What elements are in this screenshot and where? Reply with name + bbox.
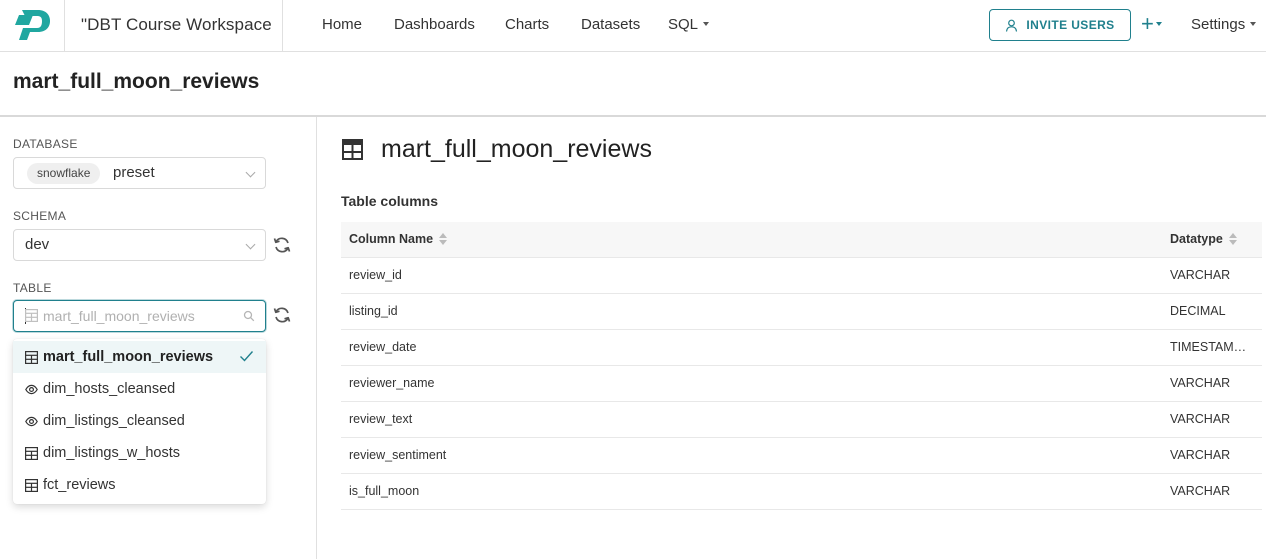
search-icon <box>243 310 255 322</box>
columns-table: Column Name Datatype review_id VARCHAR l… <box>341 222 1262 510</box>
preset-logo-icon <box>15 10 50 40</box>
chevron-down-icon <box>245 239 256 250</box>
logo[interactable] <box>0 0 64 52</box>
table-icon <box>342 139 363 160</box>
column-name-cell: review_text <box>349 412 413 426</box>
datatype-cell: TIMESTAMP_NTZ <box>1170 340 1254 354</box>
nav-home[interactable]: Home <box>322 0 362 52</box>
datatype-cell: VARCHAR <box>1170 412 1231 426</box>
column-name-cell: review_id <box>349 268 402 282</box>
table-dropdown-menu: mart_full_moon_reviews dim_hosts_cleanse… <box>13 339 266 504</box>
datatype-header[interactable]: Datatype <box>1170 222 1237 257</box>
table-row: listing_id DECIMAL <box>341 294 1262 330</box>
datatype-cell: VARCHAR <box>1170 448 1231 462</box>
datatype-cell: DECIMAL <box>1170 304 1226 318</box>
table-icon <box>25 446 38 460</box>
column-name-cell: is_full_moon <box>349 484 420 498</box>
table-icon <box>25 478 38 492</box>
table-row: review_date TIMESTAMP_NTZ <box>341 330 1262 366</box>
dataset-title: mart_full_moon_reviews <box>381 135 652 163</box>
table-header: Column Name Datatype <box>341 222 1262 258</box>
dropdown-option-dim-listings-cleansed[interactable]: dim_listings_cleansed <box>13 405 266 437</box>
table-icon <box>25 350 38 364</box>
table-row: is_full_moon VARCHAR <box>341 474 1262 510</box>
table-row: review_sentiment VARCHAR <box>341 438 1262 474</box>
dropdown-option-label: dim_listings_w_hosts <box>43 445 181 461</box>
datatype-cell: VARCHAR <box>1170 268 1231 282</box>
sort-icon[interactable] <box>439 232 448 245</box>
column-name-header[interactable]: Column Name <box>349 222 448 257</box>
dropdown-option-label: fct_reviews <box>43 477 116 493</box>
table-label: TABLE <box>13 281 52 295</box>
refresh-schema-icon[interactable] <box>272 235 292 255</box>
refresh-table-icon[interactable] <box>272 305 292 325</box>
dropdown-option-label: mart_full_moon_reviews <box>43 349 214 365</box>
settings-menu[interactable]: Settings <box>1191 0 1257 52</box>
dropdown-option-dim-hosts-cleansed[interactable]: dim_hosts_cleansed <box>13 373 266 405</box>
datatype-cell: VARCHAR <box>1170 376 1231 390</box>
dropdown-option-label: dim_listings_cleansed <box>43 413 185 429</box>
chevron-down-icon <box>245 167 256 178</box>
top-navbar: "DBT Course Workspace Home Dashboards Ch… <box>0 0 1266 52</box>
invite-users-button[interactable]: INVITE USERS <box>989 9 1131 41</box>
view-eye-icon <box>25 416 38 426</box>
plus-icon: + <box>1141 11 1154 36</box>
nav-dashboards[interactable]: Dashboards <box>394 0 475 52</box>
schema-value: dev <box>25 236 50 253</box>
column-name-header-label: Column Name <box>349 232 434 246</box>
dropdown-option-mart-full-moon-reviews[interactable]: mart_full_moon_reviews <box>13 341 266 373</box>
schema-select[interactable]: dev <box>13 229 266 261</box>
chevron-down-icon <box>703 22 710 27</box>
database-name: preset <box>113 164 155 181</box>
datatype-cell: VARCHAR <box>1170 484 1231 498</box>
chevron-down-icon <box>1155 22 1162 27</box>
nav-sql-label: SQL <box>668 16 699 33</box>
sort-icon[interactable] <box>1228 232 1237 245</box>
table-input-placeholder: mart_full_moon_reviews <box>43 308 195 324</box>
view-eye-icon <box>25 384 38 394</box>
table-row: review_text VARCHAR <box>341 402 1262 438</box>
page-title: mart_full_moon_reviews <box>13 70 260 93</box>
dropdown-option-label: dim_hosts_cleansed <box>43 381 176 397</box>
table-row: reviewer_name VARCHAR <box>341 366 1262 402</box>
table-icon <box>25 309 38 322</box>
table-row: review_id VARCHAR <box>341 258 1262 294</box>
nav-sql[interactable]: SQL <box>668 0 710 52</box>
column-name-cell: review_sentiment <box>349 448 447 462</box>
dropdown-option-dim-listings-w-hosts[interactable]: dim_listings_w_hosts <box>13 437 266 469</box>
column-name-cell: reviewer_name <box>349 376 435 390</box>
chevron-down-icon <box>1250 22 1257 27</box>
database-select[interactable]: snowflake preset <box>13 157 266 189</box>
table-select-input[interactable]: mart_full_moon_reviews <box>13 300 266 332</box>
add-new-button[interactable]: + <box>1141 12 1162 38</box>
datatype-header-label: Datatype <box>1170 232 1223 246</box>
table-columns-heading: Table columns <box>341 193 438 209</box>
database-type-tag: snowflake <box>27 163 101 184</box>
database-label: DATABASE <box>13 137 78 151</box>
invite-users-label: INVITE USERS <box>1026 18 1115 32</box>
settings-label: Settings <box>1191 16 1246 33</box>
workspace-name[interactable]: "DBT Course Workspace <box>64 0 283 52</box>
nav-datasets[interactable]: Datasets <box>581 0 640 52</box>
schema-label: SCHEMA <box>13 209 67 223</box>
column-name-cell: listing_id <box>349 304 398 318</box>
dropdown-option-fct-reviews[interactable]: fct_reviews <box>13 469 266 501</box>
column-name-cell: review_date <box>349 340 417 354</box>
nav-charts[interactable]: Charts <box>505 0 549 52</box>
user-icon <box>1006 19 1018 32</box>
check-icon <box>240 351 254 362</box>
